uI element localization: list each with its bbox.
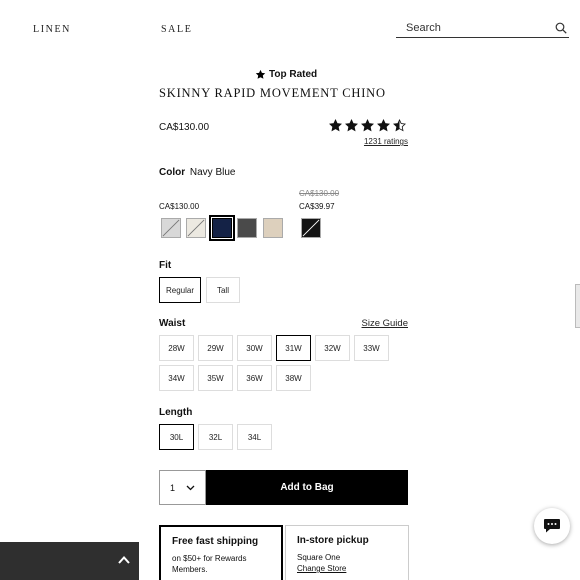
color-swatch-navy-blue[interactable]	[209, 215, 235, 241]
fit-option-tall[interactable]: Tall	[206, 277, 240, 303]
color-swatch-black[interactable]	[301, 218, 321, 238]
length-label: Length	[159, 407, 193, 418]
rating-star-icon	[329, 119, 342, 132]
nav-link-sale[interactable]: SALE	[161, 24, 192, 35]
shipping-option-card[interactable]: Free fast shipping on $50+ for Rewards M…	[159, 525, 283, 580]
shipping-text: on $50+ for Rewards Members.	[172, 554, 247, 574]
unavailable-slash-icon	[302, 219, 320, 237]
color-swatch-light-grey[interactable]	[161, 218, 181, 238]
chat-icon	[544, 519, 560, 533]
star-icon	[255, 69, 266, 79]
length-option-30l[interactable]: 30L	[159, 424, 194, 450]
size-guide-link[interactable]: Size Guide	[362, 318, 408, 329]
fit-option-regular[interactable]: Regular	[159, 277, 201, 303]
waist-option-28w[interactable]: 28W	[159, 335, 194, 361]
waist-option-32w[interactable]: 32W	[315, 335, 350, 361]
pickup-option-card[interactable]: In-store pickup Square One Change Store	[285, 525, 409, 580]
original-price: CA$130.00	[299, 189, 340, 198]
search-box	[396, 18, 569, 38]
unavailable-slash-icon	[187, 219, 205, 237]
waist-label: Waist	[159, 318, 186, 329]
selected-color-name: Navy Blue	[189, 167, 236, 178]
color-swatch-khaki[interactable]	[263, 218, 283, 238]
color-swatch-charcoal[interactable]	[237, 218, 257, 238]
rating-star-icon	[345, 119, 358, 132]
waist-option-30w[interactable]: 30W	[237, 335, 272, 361]
unavailable-slash-icon	[162, 219, 180, 237]
search-input[interactable]	[396, 19, 546, 37]
color-swatch-stone[interactable]	[186, 218, 206, 238]
bottom-drawer-bar[interactable]	[0, 542, 139, 580]
badge-label: Top Rated	[269, 69, 318, 80]
product-title: SKINNY RAPID MOVEMENT CHINO	[159, 86, 386, 100]
waist-option-34w[interactable]: 34W	[159, 365, 194, 391]
waist-option-35w[interactable]: 35W	[198, 365, 233, 391]
waist-option-29w[interactable]: 29W	[198, 335, 233, 361]
ratings-link[interactable]: 1231 ratings	[364, 137, 408, 146]
color-label: Color Navy Blue	[159, 167, 235, 178]
sale-price: CA$39.97	[299, 202, 335, 211]
chat-button[interactable]	[534, 508, 570, 544]
pickup-title: In-store pickup	[297, 535, 369, 546]
feedback-side-tab[interactable]	[575, 284, 580, 328]
rating-star-icon	[393, 119, 406, 132]
shipping-title: Free fast shipping	[172, 536, 259, 547]
regular-price: CA$130.00	[159, 202, 200, 211]
rating-stars	[329, 119, 406, 132]
waist-option-36w[interactable]: 36W	[237, 365, 272, 391]
product-price: CA$130.00	[159, 122, 210, 133]
waist-option-31w[interactable]: 31W	[276, 335, 311, 361]
quantity-select[interactable]: 1	[159, 470, 206, 505]
top-rated-badge: Top Rated	[255, 69, 317, 80]
quantity-value: 1	[170, 482, 176, 493]
rating-star-icon	[361, 119, 374, 132]
top-nav: LINEN SALE	[0, 0, 580, 56]
length-option-34l[interactable]: 34L	[237, 424, 272, 450]
chevron-up-icon[interactable]	[117, 553, 131, 567]
chevron-down-icon	[186, 485, 195, 490]
change-store-link[interactable]: Change Store	[297, 563, 397, 574]
add-to-bag-button[interactable]: Add to Bag	[206, 470, 408, 505]
color-heading: Color	[159, 167, 186, 178]
fit-label: Fit	[159, 260, 172, 271]
length-option-32l[interactable]: 32L	[198, 424, 233, 450]
search-icon[interactable]	[555, 22, 567, 34]
nav-link-linen[interactable]: LINEN	[33, 24, 71, 35]
pickup-store: Square One	[297, 553, 341, 562]
waist-option-38w[interactable]: 38W	[276, 365, 311, 391]
rating-star-icon	[377, 119, 390, 132]
waist-option-33w[interactable]: 33W	[354, 335, 389, 361]
